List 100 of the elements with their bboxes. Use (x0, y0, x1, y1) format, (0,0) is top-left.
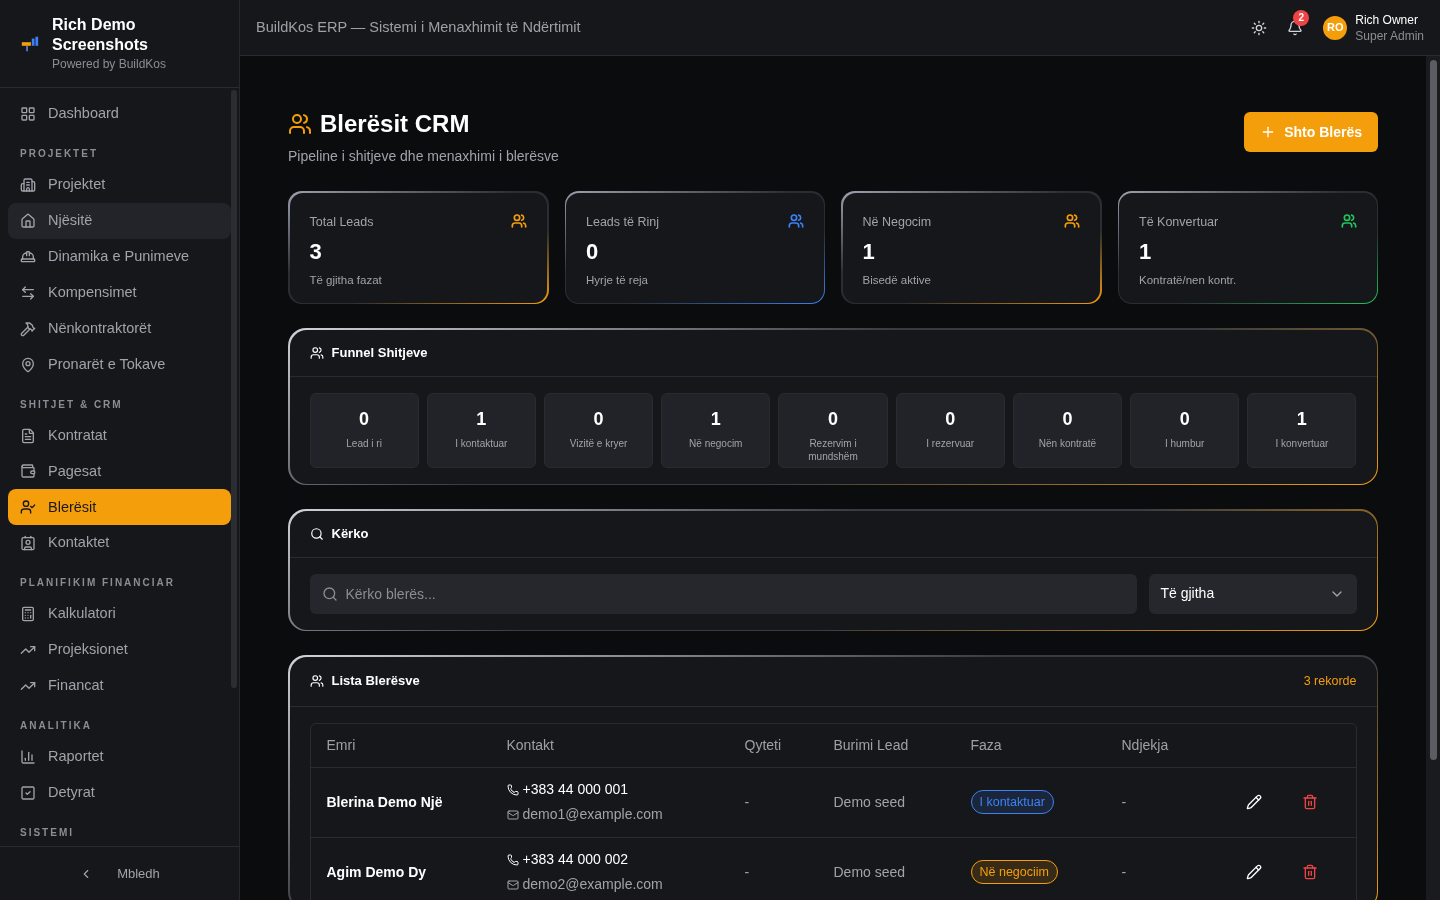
column-header: Emri (326, 735, 357, 755)
stage-count: 0 (359, 407, 370, 431)
users-icon (288, 112, 312, 136)
stat-label: Të Konvertuar (1139, 213, 1220, 231)
mail-icon (506, 808, 519, 821)
users-icon (309, 674, 324, 688)
sidebar-item[interactable]: Raportet (8, 739, 231, 776)
sidebar-item[interactable]: Projeksionet (8, 632, 231, 669)
brand-subtitle: Powered by BuildKos (51, 55, 168, 73)
column-header: Kontakt (506, 735, 555, 755)
column-header: Burimi Lead (833, 735, 910, 755)
column-header: Faza (970, 735, 1003, 755)
stat-value: 1 (862, 238, 876, 267)
delete-button[interactable] (1301, 794, 1318, 810)
record-count: 3 rekorde (1303, 672, 1357, 690)
notifications-button[interactable] (1287, 19, 1304, 36)
stage-label: I rezervuar (925, 436, 976, 450)
followup-cell-text: - (1121, 862, 1127, 882)
sidebar-item[interactable]: Kompensimet (8, 274, 231, 311)
edit-button[interactable] (1245, 794, 1262, 810)
stage-label: Vizitë e kryer (568, 436, 629, 450)
stage-count: 1 (1296, 407, 1307, 431)
app-title: BuildKos ERP — Sistemi i Menaxhimit të Ndërtimit (256, 17, 581, 37)
sidebar-item[interactable]: Kontaktet (8, 525, 231, 562)
column-header: Ndjekja (1121, 735, 1170, 755)
contact-card-icon (20, 535, 36, 552)
city-cell-text: - (744, 792, 751, 812)
stat-value: 3 (309, 238, 323, 267)
notification-badge: 2 (1293, 9, 1310, 26)
user-name: Rich Owner (1355, 11, 1419, 28)
mail-icon (506, 878, 519, 891)
page-subtitle: Pipeline i shitjeve dhe menaxhimi i blerësve (288, 147, 559, 166)
sidebar-item[interactable]: Detyrat (8, 775, 231, 811)
stage-badge: I kontaktuar (970, 789, 1054, 815)
stage-label: I konvertuar (1274, 436, 1330, 450)
search-icon (321, 585, 338, 602)
user-avatar: RO (1323, 15, 1348, 40)
theme-toggle[interactable] (1251, 19, 1268, 36)
source-cell-text: Demo seed (833, 792, 907, 812)
stage-badge: Në negociim (970, 859, 1058, 885)
page-title: Blerësit CRM (320, 109, 470, 139)
sidebar-item[interactable]: Blerësit (8, 489, 231, 526)
hard-hat-icon (20, 248, 36, 265)
edit-button[interactable] (1245, 864, 1262, 880)
sidebar-item[interactable]: Kalkulatori (8, 596, 231, 633)
buyer-name: Blerina Demo Një (326, 792, 444, 812)
sidebar-item[interactable]: Pagesat (8, 453, 231, 490)
stage-count: 0 (593, 407, 604, 431)
sun-icon (1251, 19, 1268, 36)
brand-title: Rich Demo Screenshots (51, 14, 149, 55)
collapse-button[interactable]: Mbledh (79, 863, 160, 884)
stat-value: 1 (1139, 238, 1153, 267)
section-heading: ANALITIKA (19, 719, 93, 734)
stage-count: 0 (1062, 407, 1073, 431)
sidebar-item[interactable]: Financat (8, 668, 231, 705)
trash-icon (1301, 864, 1318, 880)
stat-value: 0 (586, 238, 600, 267)
stage-label: I kontaktuar (454, 436, 509, 450)
phone-icon (506, 853, 519, 866)
source-cell-text: Demo seed (833, 862, 907, 882)
phone-number: +383 44 000 002 (506, 849, 745, 870)
stage-label: Nën kontratë (1037, 436, 1098, 450)
panel-title: Kërko (331, 524, 369, 543)
stage-label: Rezervim i mundshëm (807, 436, 859, 463)
hammer-icon (20, 320, 36, 337)
sidebar-item[interactable]: Pronarët e Tokave (8, 346, 231, 383)
search-icon (309, 526, 324, 541)
filter-dropdown[interactable]: Të gjitha (1148, 573, 1357, 614)
sidebar-item[interactable]: Njësitë (8, 202, 231, 239)
city-cell-text: - (744, 862, 751, 882)
users-icon (309, 345, 324, 360)
stage-label: Lead i ri (345, 436, 383, 450)
wallet-icon (20, 463, 36, 480)
buyer-name: Agim Demo Dy (326, 862, 428, 882)
stat-label: Total Leads (309, 213, 375, 231)
phone-number: +383 44 000 001 (506, 779, 745, 800)
sidebar-item[interactable]: Nënkontraktorët (8, 310, 231, 347)
trash-icon (1301, 794, 1318, 810)
sidebar-item[interactable]: Dinamika e Punimeve (8, 238, 231, 275)
section-heading: PROJEKTET (19, 146, 99, 161)
search-field[interactable]: Kërko blerës... (309, 573, 1137, 614)
user-role: Super Admin (1355, 27, 1424, 44)
stage-label: I humbur (1163, 436, 1206, 450)
email-address: demo2@example.com (506, 874, 745, 895)
sidebar-item[interactable]: Dashboard (8, 96, 231, 132)
grid-icon (20, 105, 36, 122)
delete-button[interactable] (1301, 864, 1318, 880)
stat-note: Hyrje të reja (586, 273, 649, 289)
stat-note: Bisedë aktive (862, 273, 932, 289)
section-heading: SHITJET & CRM (19, 397, 124, 412)
sidebar-item[interactable]: Projektet (8, 166, 231, 203)
stage-count: 0 (945, 407, 956, 431)
bar-chart-icon (20, 749, 36, 766)
stage-count: 1 (710, 407, 721, 431)
bell-icon (1287, 19, 1304, 36)
document-icon (20, 427, 36, 444)
user-check-icon (20, 499, 36, 516)
sidebar-item[interactable]: Kontratat (8, 417, 231, 454)
stage-label: Në negocim (688, 436, 744, 450)
column-header: Qyteti (744, 735, 783, 755)
